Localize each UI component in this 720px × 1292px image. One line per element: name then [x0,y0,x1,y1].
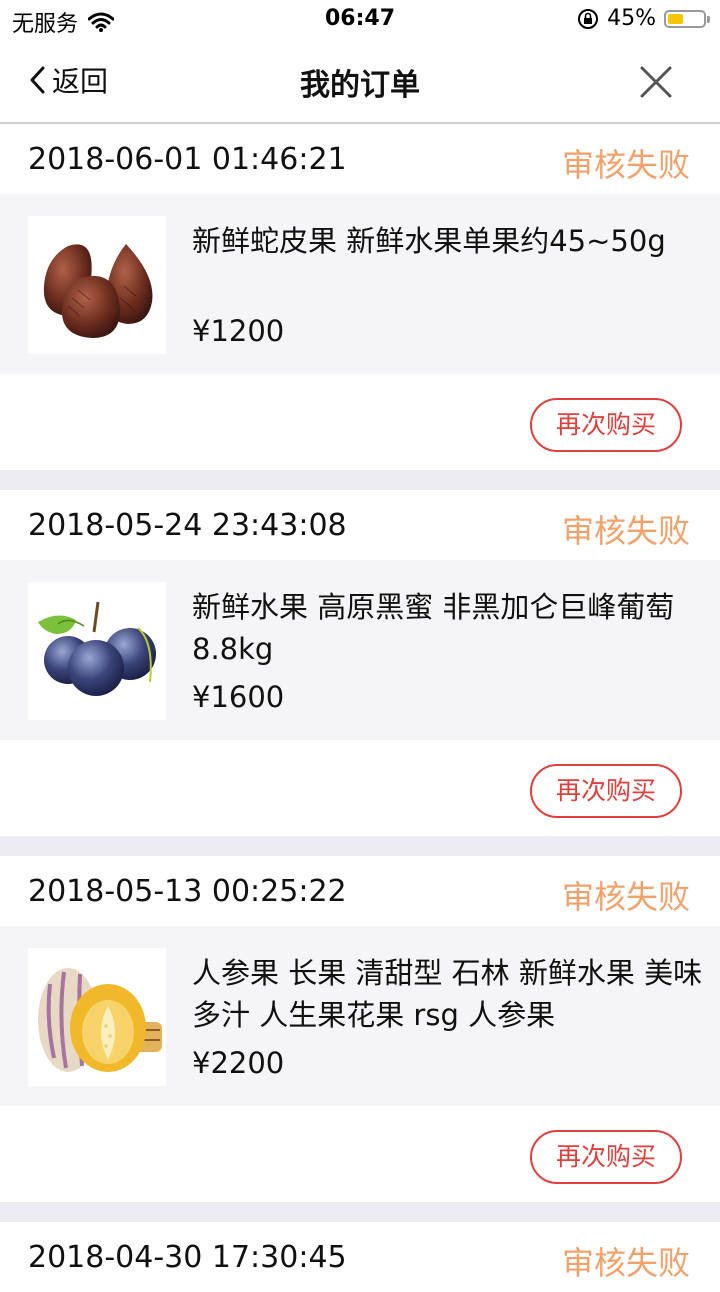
product-price: ¥1200 [192,314,285,348]
order-status: 审核失败 [561,878,690,916]
order-item[interactable]: 新鲜水果 高原黑蜜 非黑加仑巨峰葡萄 8.8kg ¥1600 [0,560,720,740]
order-card: 2018-05-24 23:43:08 审核失败 新鲜水果 高原黑蜜 非黑加仑巨… [0,490,720,836]
order-footer: 再次购买 [0,1106,720,1202]
order-time: 2018-04-30 17:30:45 [28,1240,347,1275]
battery-percent: 45% [607,6,656,31]
salak-fruit-image [43,244,153,338]
order-status: 审核失败 [561,146,690,184]
product-image-pepino[interactable] [28,948,166,1086]
product-name: 新鲜蛇皮果 新鲜水果单果约45~50g [192,224,666,258]
close-icon[interactable] [636,62,676,102]
status-right: 45% [577,6,710,31]
order-header: 2018-05-13 00:25:22 审核失败 [0,856,720,926]
order-header: 2018-06-01 01:46:21 审核失败 [0,124,720,194]
product-price: ¥2200 [192,1046,285,1080]
rotation-lock-icon [578,8,599,29]
nav-bar: 返回 我的订单 [0,40,720,124]
order-status: 审核失败 [561,1244,690,1282]
order-status: 审核失败 [561,512,690,550]
order-header: 2018-05-24 23:43:08 审核失败 [0,490,720,560]
buy-again-button[interactable]: 再次购买 [530,1130,682,1184]
order-separator [0,470,720,490]
page-title: 我的订单 [300,68,420,103]
product-image-grapes[interactable] [28,582,166,720]
order-card: 2018-06-01 01:46:21 审核失败 新鲜蛇皮果 新鲜水果单果约45… [0,124,720,470]
order-card: 2018-04-30 17:30:45 审核失败 [0,1222,720,1292]
order-card: 2018-05-13 00:25:22 审核失败 人参果 长果 清甜型 石林 新… [0,856,720,1202]
product-image-salak[interactable] [28,216,166,354]
order-list: 2018-06-01 01:46:21 审核失败 新鲜蛇皮果 新鲜水果单果约45… [0,124,720,1292]
buy-again-button[interactable]: 再次购买 [530,398,682,452]
buy-again-button[interactable]: 再次购买 [530,764,682,818]
battery-icon [664,9,710,28]
status-bar: 无服务 06:47 45% [0,0,720,40]
order-footer: 再次购买 [0,740,720,836]
order-footer: 再次购买 [0,374,720,470]
order-header: 2018-04-30 17:30:45 审核失败 [0,1222,720,1292]
order-time: 2018-05-24 23:43:08 [28,508,347,543]
pepino-melon-image [38,968,162,1072]
product-name: 新鲜水果 高原黑蜜 非黑加仑巨峰葡萄 8.8kg [192,590,675,666]
order-item[interactable]: 新鲜蛇皮果 新鲜水果单果约45~50g ¥1200 [0,194,720,374]
order-separator [0,1202,720,1222]
order-time: 2018-05-13 00:25:22 [28,874,347,909]
order-item[interactable]: 人参果 长果 清甜型 石林 新鲜水果 美味多汁 人生果花果 rsg 人参果 ¥2… [0,926,720,1106]
product-name: 人参果 长果 清甜型 石林 新鲜水果 美味多汁 人生果花果 rsg 人参果 [192,956,703,1032]
order-separator [0,836,720,856]
product-price: ¥1600 [192,680,285,714]
battery-fill [668,13,683,24]
black-grapes-image [38,601,156,696]
order-time: 2018-06-01 01:46:21 [28,142,347,177]
